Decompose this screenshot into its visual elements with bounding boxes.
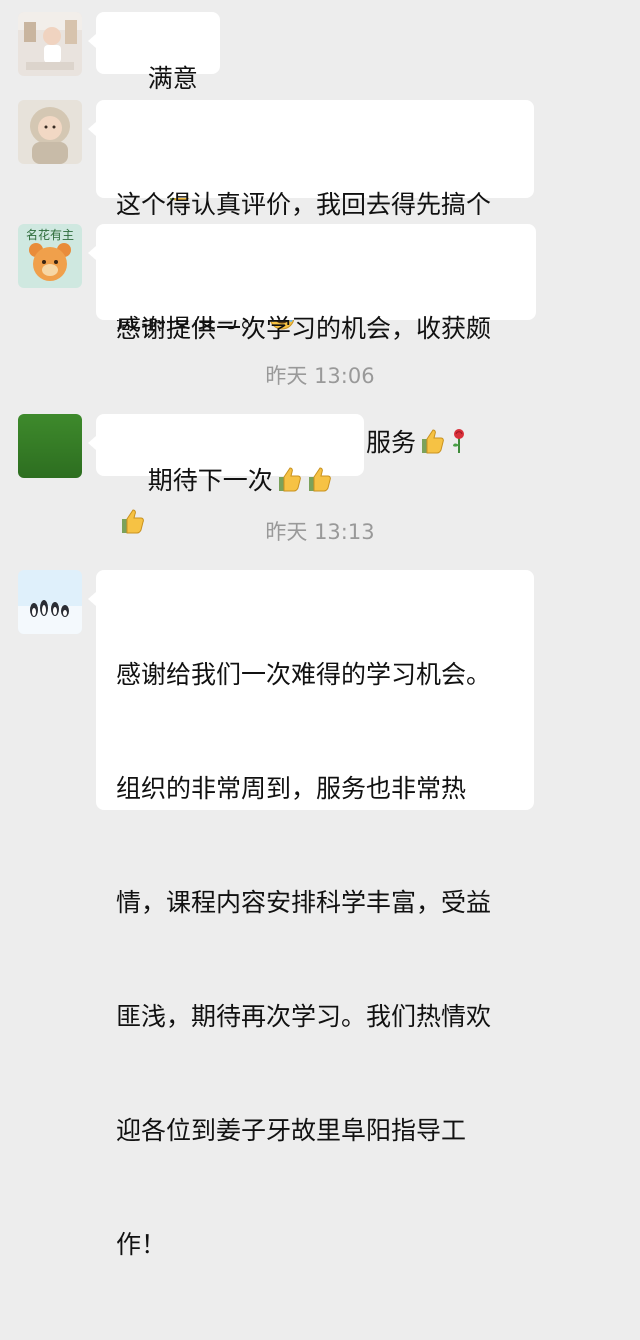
avatar-baby-photo-icon — [18, 12, 82, 76]
avatar-cartoon-bear-icon: 名花有主 — [18, 224, 82, 288]
timestamp: 昨天 13:06 — [265, 364, 375, 388]
rose-icon — [448, 427, 470, 466]
avatar[interactable]: 名花有主 — [18, 224, 82, 288]
message-bubble[interactable]: 感谢给我们一次难得的学习机会。 组织的非常周到，服务也非常热 情，课程内容安排科… — [88, 570, 534, 1259]
message-text-line: 感谢给我们一次难得的学习机会。 — [116, 660, 492, 689]
svg-text:名花有主: 名花有主 — [26, 227, 74, 242]
timestamp: 昨天 13:13 — [265, 520, 375, 544]
message-text-line: 组织的非常周到，服务也非常热 — [116, 774, 467, 803]
thumbs-up-icon — [418, 427, 446, 466]
message-text-line: 感谢提供一次学习的机会，收获颇 — [116, 314, 492, 343]
avatar[interactable] — [18, 12, 82, 76]
message-bubble[interactable]: 感谢提供一次学习的机会，收获颇 丰，感谢周到的安排和服务 — [88, 224, 536, 457]
message-text-line: 迎各位到姜子牙故里阜阳指导工 — [116, 1116, 467, 1145]
message-text: 期待下一次 — [147, 466, 273, 495]
message-bubble[interactable]: 期待下一次 — [88, 414, 364, 534]
message-text-line: 作！ — [116, 1230, 167, 1259]
avatar-green-grass-icon — [18, 414, 82, 478]
message-text-line: 情，课程内容安排科学丰富，受益 — [116, 888, 492, 917]
thumbs-up-icon — [275, 465, 303, 504]
thumbs-up-icon — [305, 465, 333, 504]
avatar[interactable] — [18, 414, 82, 478]
avatar[interactable] — [18, 570, 82, 634]
avatar-child-photo-icon — [18, 100, 82, 164]
message-bubble[interactable]: 满意 — [88, 12, 220, 201]
avatar-penguins-icon — [18, 570, 82, 634]
message-bubble[interactable]: 这个得认真评价，我回去得先搞个 提纲慢慢写。 — [88, 100, 534, 333]
avatar[interactable] — [18, 100, 82, 164]
message-text-line: 匪浅，期待再次学习。我们热情欢 — [116, 1002, 492, 1031]
message-text: 满意 — [147, 64, 198, 93]
message-text-line: 这个得认真评价，我回去得先搞个 — [116, 190, 492, 219]
